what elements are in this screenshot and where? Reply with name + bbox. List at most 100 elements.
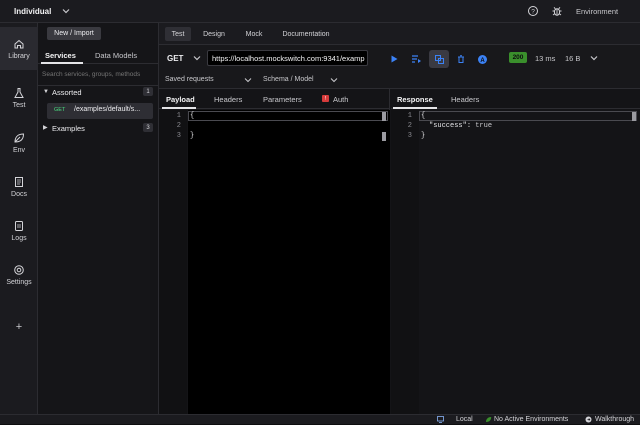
- tab-response-headers[interactable]: Headers: [451, 95, 479, 104]
- document-icon: [15, 176, 23, 187]
- help-icon[interactable]: ?: [527, 5, 539, 17]
- response-viewer[interactable]: 1 { 2 "success": true 3 }: [391, 110, 640, 414]
- line-number: 1: [407, 112, 412, 120]
- json-value: true: [475, 122, 493, 130]
- duplicate-icon[interactable]: [429, 50, 449, 68]
- line-number: 1: [176, 112, 181, 120]
- workspace-name[interactable]: Individual: [14, 7, 51, 16]
- local-label[interactable]: Local: [456, 416, 473, 423]
- walkthrough-icon: [585, 416, 592, 423]
- chevron-down-icon[interactable]: [329, 75, 339, 85]
- options-row: Saved requests Schema / Model: [159, 71, 640, 89]
- group-examples[interactable]: ▶ Examples 3: [38, 123, 159, 135]
- active-tab-indicator: [162, 107, 196, 109]
- code-line: {: [421, 112, 426, 120]
- trash-icon[interactable]: [453, 51, 469, 67]
- tab-response[interactable]: Response: [397, 95, 433, 104]
- rail-item-library[interactable]: Library: [0, 27, 38, 70]
- response-size: 16 B: [565, 54, 581, 63]
- code-line: }: [190, 132, 195, 140]
- current-line-highlight: [188, 111, 388, 121]
- status-bar: Local No Active Environments Walkthrough: [0, 414, 640, 424]
- code-line: {: [190, 112, 195, 120]
- count-badge: 1: [143, 87, 153, 96]
- method-selector[interactable]: GET: [167, 54, 183, 63]
- home-icon: [14, 39, 24, 48]
- svg-text:A: A: [480, 57, 485, 63]
- tab-documentation[interactable]: Documentation: [276, 27, 336, 41]
- leaf-icon: [14, 132, 25, 143]
- new-import-button[interactable]: New / Import: [47, 27, 101, 40]
- main-tabs: Test Design Mock Documentation: [159, 23, 640, 45]
- chevron-down-icon[interactable]: [61, 6, 71, 16]
- rail-label: Docs: [11, 190, 27, 198]
- saved-requests-dropdown[interactable]: Saved requests: [165, 76, 214, 83]
- scrollbar-thumb[interactable]: [382, 112, 386, 121]
- line-gutter: [159, 110, 187, 414]
- tab-headers[interactable]: Headers: [214, 95, 242, 104]
- rail-label: Library: [8, 52, 30, 60]
- divider: [38, 85, 159, 86]
- url-field[interactable]: https://localhost.mockswitch.com:9341/ex…: [207, 50, 368, 66]
- svg-text:?: ?: [531, 8, 535, 15]
- response-tabs: Response Headers: [391, 89, 640, 109]
- rail-label: Settings: [6, 278, 32, 286]
- chevron-down-icon[interactable]: [589, 53, 599, 63]
- schema-model-dropdown[interactable]: Schema / Model: [263, 76, 314, 83]
- json-key: "success": [429, 122, 467, 130]
- rail-item-docs[interactable]: Docs: [0, 165, 38, 208]
- tab-auth[interactable]: Auth: [333, 95, 348, 104]
- tab-test[interactable]: Test: [165, 27, 191, 41]
- line-gutter: [391, 110, 419, 414]
- code-line: "success": true: [429, 122, 492, 130]
- active-tab-indicator: [41, 62, 83, 64]
- json-separator: :: [466, 122, 476, 130]
- rail-label: Logs: [11, 234, 27, 242]
- tab-services[interactable]: Services: [45, 51, 76, 60]
- nav-rail: Library Test Env Docs Logs Settings +: [0, 23, 38, 414]
- endpoint-item[interactable]: GET /examples/default/s...: [47, 103, 153, 119]
- rail-item-env[interactable]: Env: [0, 121, 38, 164]
- play-icon[interactable]: [386, 51, 402, 67]
- walkthrough-link[interactable]: Walkthrough: [595, 416, 634, 423]
- url-text: https://localhost.mockswitch.com:9341/ex…: [212, 54, 365, 63]
- run-list-icon[interactable]: [408, 51, 424, 67]
- payload-editor[interactable]: 1 { 2 3 }: [159, 110, 390, 414]
- rail-item-logs[interactable]: Logs: [0, 209, 38, 252]
- line-number: 2: [407, 122, 412, 130]
- tab-design[interactable]: Design: [199, 27, 229, 41]
- group-assorted[interactable]: ▼ Assorted 1: [38, 87, 159, 99]
- environment-selector[interactable]: Environment: [576, 7, 618, 16]
- gear-icon: [14, 264, 24, 275]
- rail-label: Env: [12, 146, 26, 154]
- active-tab-indicator: [393, 107, 437, 109]
- request-pane: Payload Headers Parameters ! Auth 1 { 2 …: [159, 89, 390, 414]
- group-name: Assorted: [52, 88, 82, 97]
- search-input[interactable]: [42, 69, 156, 80]
- library-tabs: Services Data Models: [38, 45, 159, 64]
- environments-status[interactable]: No Active Environments: [494, 416, 568, 423]
- bug-icon[interactable]: [551, 5, 563, 17]
- current-line-highlight: [419, 111, 637, 121]
- tab-payload[interactable]: Payload: [166, 95, 195, 104]
- add-icon[interactable]: +: [0, 321, 38, 333]
- status-code-badge: 200: [509, 52, 527, 63]
- rail-item-test[interactable]: Test: [0, 76, 38, 119]
- scrollbar-thumb[interactable]: [382, 132, 386, 141]
- scrollbar-thumb[interactable]: [632, 112, 636, 121]
- editor-surface: [188, 110, 390, 414]
- chevron-down-icon[interactable]: [192, 53, 202, 63]
- library-panel: New / Import Services Data Models ▼ Asso…: [38, 23, 159, 414]
- badge-a-icon[interactable]: A: [474, 51, 490, 67]
- tab-mock[interactable]: Mock: [239, 27, 269, 41]
- top-bar: Individual ? Environment: [0, 0, 640, 23]
- caret-down-icon: ▼: [43, 89, 49, 95]
- tab-data-models[interactable]: Data Models: [95, 51, 137, 60]
- request-tabs: Payload Headers Parameters ! Auth: [159, 89, 390, 109]
- line-number: 3: [407, 132, 412, 140]
- monitor-icon: [437, 416, 444, 423]
- tab-parameters[interactable]: Parameters: [263, 95, 302, 104]
- line-number: 3: [176, 132, 181, 140]
- chevron-down-icon[interactable]: [243, 75, 253, 85]
- rail-item-settings[interactable]: Settings: [0, 253, 38, 296]
